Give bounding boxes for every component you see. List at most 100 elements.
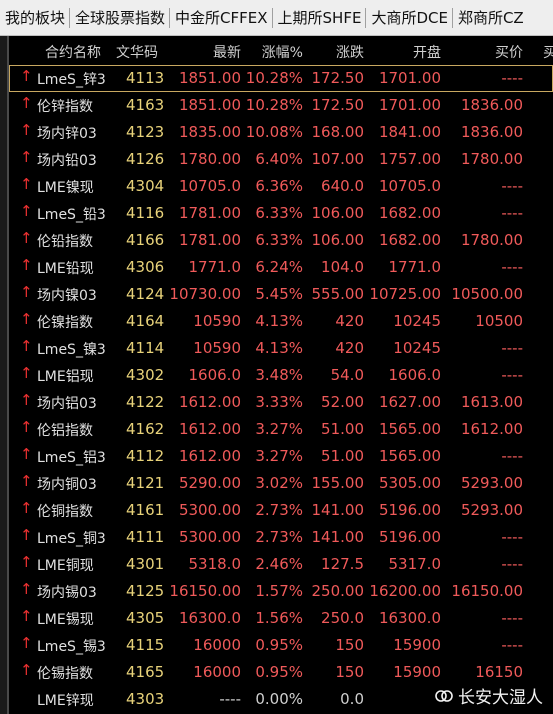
- open-price: 5196.00: [378, 528, 441, 546]
- bid-price: 16150: [475, 663, 523, 681]
- market-tab[interactable]: 郑商所CZ: [453, 8, 528, 28]
- last-price: 16300.0: [178, 609, 241, 627]
- change-percent: 6.33%: [255, 204, 303, 222]
- open-price: 5317.0: [388, 555, 442, 573]
- quote-row[interactable]: ↑ 场内锡03 4125 16150.00 1.57% 250.00 16200.00 161…: [9, 578, 553, 605]
- last-price: 16000: [193, 636, 241, 654]
- change-percent: 0.00%: [255, 690, 303, 708]
- change-percent: 4.13%: [255, 312, 303, 330]
- quote-row[interactable]: ↑ 场内铅03 4126 1780.00 6.40% 107.00 1757.00 1780.…: [9, 146, 553, 173]
- quote-row[interactable]: ↑ LmeS_铅3 4116 1781.00 6.33% 106.00 1682.00 ---…: [9, 200, 553, 227]
- quote-row[interactable]: ↑ 场内镍03 4124 10730.00 5.45% 555.00 10725.00 105…: [9, 281, 553, 308]
- contract-code: 4111: [126, 528, 165, 546]
- up-arrow-icon: ↑: [20, 472, 33, 490]
- contract-name: 伦镍指数: [37, 315, 93, 331]
- quote-row[interactable]: ↑ LmeS_铝3 4112 1612.00 3.27% 51.00 1565.00 ----: [9, 443, 553, 470]
- market-tab[interactable]: 全球股票指数: [70, 7, 171, 28]
- up-arrow-icon: ↑: [20, 661, 33, 679]
- change-value: 420: [335, 312, 364, 330]
- change-value: 150: [335, 663, 364, 681]
- up-arrow-icon: ↑: [20, 526, 33, 544]
- change-value: 51.00: [321, 447, 364, 465]
- bid-price: 16150.00: [451, 582, 523, 600]
- quote-row[interactable]: ↑ 伦铅指数 4166 1781.00 6.33% 106.00 1682.00 1780.0…: [9, 227, 553, 254]
- contract-code: 4166: [126, 231, 165, 249]
- change-value: 107.00: [311, 150, 365, 168]
- quote-row[interactable]: ↑ 伦铝指数 4162 1612.00 3.27% 51.00 1565.00 1612.00: [9, 416, 553, 443]
- change-value: 0.0: [340, 690, 364, 708]
- market-tab[interactable]: 上期所SHFE: [273, 7, 367, 28]
- change-percent: 3.02%: [255, 474, 303, 492]
- quote-row[interactable]: ↑ LmeS_锡3 4115 16000 0.95% 150 15900 ----: [9, 632, 553, 659]
- open-price: 1565.00: [378, 447, 441, 465]
- change-value: 155.00: [311, 474, 365, 492]
- quote-row[interactable]: ↑ LME镍现 4304 10705.0 6.36% 640.0 10705.0 ----: [9, 173, 553, 200]
- quote-row[interactable]: ↑ 伦锌指数 4163 1851.00 10.28% 172.50 1701.00 1836.…: [9, 92, 553, 119]
- bid-price: 1612.00: [460, 420, 523, 438]
- quote-row[interactable]: ↑ LME锡现 4305 16300.0 1.56% 250.0 16300.0 ----: [9, 605, 553, 632]
- quote-row[interactable]: ↑ 伦锡指数 4165 16000 0.95% 150 15900 16150: [9, 659, 553, 686]
- quote-row[interactable]: ↑ 场内铜03 4121 5290.00 3.02% 155.00 5305.00 5293.…: [9, 470, 553, 497]
- open-price: 5305.00: [378, 474, 441, 492]
- change-value: 172.50: [311, 69, 365, 87]
- last-price: 5300.00: [178, 528, 241, 546]
- market-tab[interactable]: 我的板块: [0, 7, 71, 28]
- up-arrow-icon: ↑: [20, 256, 33, 274]
- up-arrow-icon: ↑: [20, 499, 33, 517]
- change-value: 54.0: [330, 366, 364, 384]
- change-value: 141.00: [311, 501, 365, 519]
- open-price: 5196.00: [378, 501, 441, 519]
- col-header-pct[interactable]: 涨幅%: [262, 42, 303, 62]
- change-value: 106.00: [311, 231, 365, 249]
- change-value: 250.00: [311, 582, 365, 600]
- last-price: 5300.00: [178, 501, 241, 519]
- quote-row[interactable]: ↑ 场内铝03 4122 1612.00 3.33% 52.00 1627.00 1613.0…: [9, 389, 553, 416]
- bid-price: 1836.00: [460, 123, 523, 141]
- col-header-name[interactable]: 合约名称: [45, 42, 101, 62]
- col-header-open[interactable]: 开盘: [413, 42, 441, 62]
- bid-price: ----: [501, 528, 523, 546]
- change-percent: 6.36%: [255, 177, 303, 195]
- contract-code: 4113: [126, 69, 165, 87]
- contract-code: 4303: [126, 690, 165, 708]
- quote-row[interactable]: ↑ LME铜现 4301 5318.0 2.46% 127.5 5317.0 ----: [9, 551, 553, 578]
- quote-row[interactable]: ↑ 伦铜指数 4161 5300.00 2.73% 141.00 5196.00 5293.0…: [9, 497, 553, 524]
- change-percent: 6.33%: [255, 231, 303, 249]
- quote-row[interactable]: ↑ LmeS_镍3 4114 10590 4.13% 420 10245 ----: [9, 335, 553, 362]
- open-price: 1682.00: [378, 204, 441, 222]
- col-header-change[interactable]: 涨跌: [336, 42, 364, 62]
- open-price: 15900: [393, 636, 441, 654]
- quote-row[interactable]: ↑ LME铝现 4302 1606.0 3.48% 54.0 1606.0 ----: [9, 362, 553, 389]
- left-frame: [0, 36, 7, 714]
- contract-code: 4305: [126, 609, 165, 627]
- col-header-bid[interactable]: 买价: [495, 42, 523, 62]
- change-value: 106.00: [311, 204, 365, 222]
- quote-row[interactable]: ↑ LME铅现 4306 1771.0 6.24% 104.0 1771.0 ----: [9, 254, 553, 281]
- col-header-price[interactable]: 最新: [213, 42, 241, 62]
- last-price: 1851.00: [178, 69, 241, 87]
- last-price: 1781.00: [178, 231, 241, 249]
- up-arrow-icon: ↑: [20, 634, 33, 652]
- contract-name: 伦锡指数: [37, 666, 93, 682]
- contract-name: 场内铜03: [37, 477, 97, 493]
- contract-name: LME锌现: [37, 693, 94, 709]
- market-tab[interactable]: 大商所DCE: [366, 7, 453, 28]
- bid-price: ----: [501, 636, 523, 654]
- quote-row[interactable]: ↑ LmeS_铜3 4111 5300.00 2.73% 141.00 5196.00 ---…: [9, 524, 553, 551]
- quote-row[interactable]: ↑ 伦镍指数 4164 10590 4.13% 420 10245 10500: [9, 308, 553, 335]
- change-value: 104.0: [321, 258, 364, 276]
- up-arrow-icon: ↑: [20, 364, 33, 382]
- quote-row[interactable]: ↑ LmeS_锌3 4113 1851.00 10.28% 172.50 1701.00 --…: [9, 65, 553, 92]
- col-header-code[interactable]: 文华码: [116, 42, 158, 62]
- contract-name: LmeS_锡3: [37, 639, 106, 655]
- last-price: 5290.00: [178, 474, 241, 492]
- market-tab[interactable]: 中金所CFFEX: [170, 7, 273, 28]
- contract-code: 4125: [126, 582, 165, 600]
- contract-name: 场内锌03: [37, 126, 97, 142]
- contract-code: 4124: [126, 285, 165, 303]
- quote-row[interactable]: ↑ 场内锌03 4123 1835.00 10.08% 168.00 1841.00 1836…: [9, 119, 553, 146]
- contract-name: 场内铝03: [37, 396, 97, 412]
- change-value: 172.50: [311, 96, 365, 114]
- contract-name: 伦铜指数: [37, 504, 93, 520]
- col-header-more[interactable]: 买: [543, 42, 553, 62]
